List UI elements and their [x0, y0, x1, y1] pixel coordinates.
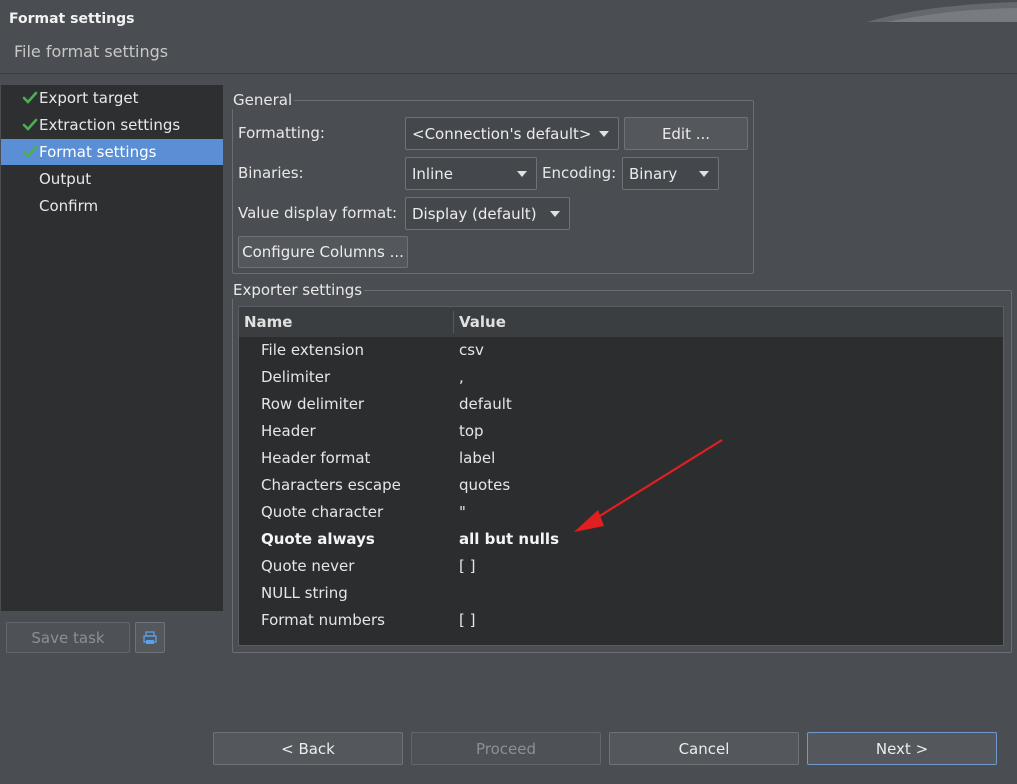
table-row[interactable]: Header top: [239, 418, 1003, 445]
wizard-nav: Export target Extraction settings Format…: [1, 85, 223, 611]
property-name: Header format: [261, 449, 371, 467]
chevron-down-icon: [517, 170, 527, 177]
column-header-value[interactable]: Value: [459, 307, 506, 337]
table-row[interactable]: Header format label: [239, 445, 1003, 472]
nav-item-label: Extraction settings: [39, 116, 181, 134]
property-value[interactable]: ": [459, 499, 466, 526]
header-banner-decoration: [867, 2, 1017, 22]
header-separator: [0, 73, 1017, 74]
table-header: Name Value: [239, 307, 1003, 337]
exporter-properties-table: Name Value File extension csv Delimiter …: [238, 306, 1004, 646]
encoding-select[interactable]: Binary: [622, 157, 719, 190]
printer-icon: [143, 630, 157, 644]
property-value[interactable]: csv: [459, 337, 484, 364]
configure-columns-button[interactable]: Configure Columns ...: [238, 236, 408, 268]
proceed-button[interactable]: Proceed: [411, 732, 601, 765]
property-name: Delimiter: [261, 368, 331, 386]
value-display-format-select[interactable]: Display (default): [405, 197, 570, 230]
wizard-header: Format settings File format settings: [0, 0, 1017, 72]
property-value[interactable]: top: [459, 418, 484, 445]
property-value[interactable]: default: [459, 391, 512, 418]
property-name: NULL string: [261, 584, 348, 602]
task-print-button[interactable]: [135, 622, 165, 653]
binaries-value: Inline: [412, 164, 454, 183]
nav-item-label: Confirm: [39, 197, 99, 215]
formatting-select[interactable]: <Connection's default>: [405, 117, 619, 150]
property-name: Row delimiter: [261, 395, 365, 413]
table-row[interactable]: Quote never [ ]: [239, 553, 1003, 580]
property-value[interactable]: ,: [459, 364, 464, 391]
cancel-button[interactable]: Cancel: [609, 732, 799, 765]
formatting-value: <Connection's default>: [412, 124, 592, 143]
next-button[interactable]: Next >: [807, 732, 997, 765]
property-value[interactable]: all but nulls: [459, 526, 559, 553]
general-group-title: General: [231, 91, 295, 109]
property-name: Format numbers: [261, 611, 385, 629]
nav-item-label: Output: [39, 170, 92, 188]
table-row[interactable]: NULL string: [239, 580, 1003, 607]
chevron-down-icon: [699, 170, 709, 177]
table-row[interactable]: Quote character ": [239, 499, 1003, 526]
property-value[interactable]: label: [459, 445, 495, 472]
chevron-down-icon: [550, 210, 560, 217]
table-row[interactable]: Characters escape quotes: [239, 472, 1003, 499]
table-row[interactable]: Format numbers [ ]: [239, 607, 1003, 634]
checkmark-icon: [22, 145, 38, 158]
property-value[interactable]: [ ]: [459, 553, 475, 580]
nav-item-confirm[interactable]: Confirm: [1, 193, 223, 219]
property-value[interactable]: [ ]: [459, 607, 475, 634]
checkmark-icon: [22, 91, 38, 104]
formatting-label: Formatting:: [238, 124, 325, 142]
column-header-name[interactable]: Name: [244, 307, 292, 337]
property-value[interactable]: quotes: [459, 472, 510, 499]
chevron-down-icon: [599, 130, 609, 137]
edit-formatting-button[interactable]: Edit ...: [624, 117, 748, 150]
nav-item-export-target[interactable]: Export target: [1, 85, 223, 111]
property-name: Characters escape: [261, 476, 401, 494]
property-name: File extension: [261, 341, 364, 359]
property-name: Quote always: [261, 530, 375, 548]
value-display-format-value: Display (default): [412, 204, 537, 223]
table-row[interactable]: File extension csv: [239, 337, 1003, 364]
nav-item-extraction-settings[interactable]: Extraction settings: [1, 112, 223, 138]
property-name: Header: [261, 422, 316, 440]
value-display-format-label: Value display format:: [238, 204, 398, 222]
table-row[interactable]: Quote always all but nulls: [239, 526, 1003, 553]
save-task-button[interactable]: Save task: [6, 622, 130, 653]
property-name: Quote character: [261, 503, 384, 521]
nav-item-label: Export target: [39, 89, 139, 107]
table-row[interactable]: Delimiter ,: [239, 364, 1003, 391]
table-row[interactable]: Row delimiter default: [239, 391, 1003, 418]
nav-item-format-settings[interactable]: Format settings: [1, 139, 223, 165]
binaries-select[interactable]: Inline: [405, 157, 537, 190]
column-divider[interactable]: [453, 311, 454, 333]
binaries-label: Binaries:: [238, 164, 304, 182]
nav-item-output[interactable]: Output: [1, 166, 223, 192]
checkmark-icon: [22, 118, 38, 131]
encoding-label: Encoding:: [542, 164, 617, 182]
exporter-settings-title: Exporter settings: [231, 281, 365, 299]
page-subtitle: File format settings: [14, 42, 169, 61]
back-button[interactable]: < Back: [213, 732, 403, 765]
encoding-value: Binary: [629, 164, 678, 183]
property-name: Quote never: [261, 557, 355, 575]
nav-item-label: Format settings: [39, 143, 157, 161]
page-title: Format settings: [9, 11, 135, 27]
